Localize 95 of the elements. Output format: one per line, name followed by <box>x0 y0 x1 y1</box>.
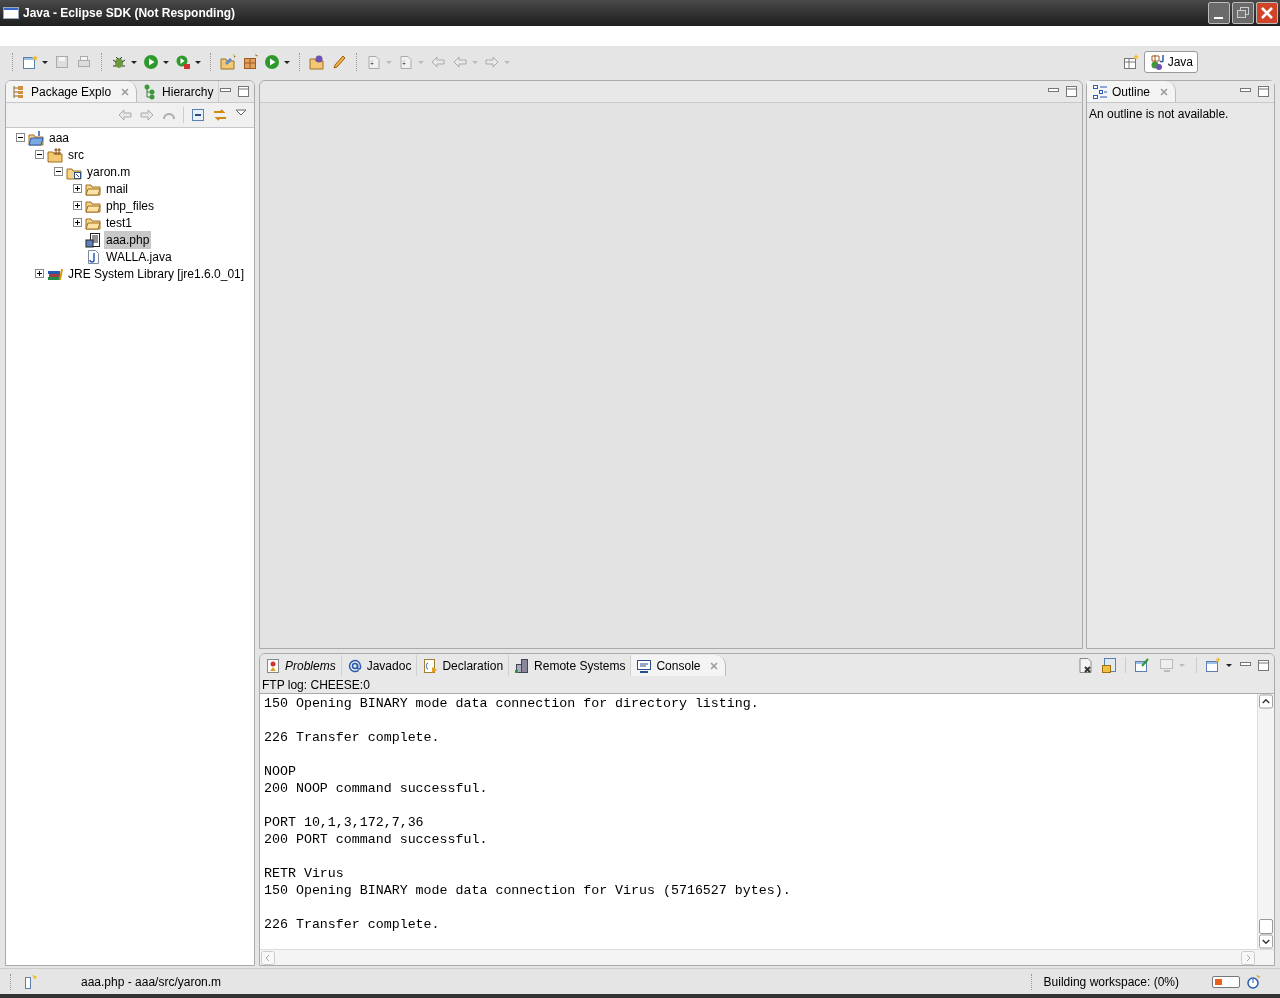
link-arrows-icon[interactable] <box>212 107 228 123</box>
console-line: NOOP <box>264 763 297 780</box>
close-button[interactable] <box>1256 2 1278 24</box>
status-path: aaa.php - aaa/src/yaron.m <box>81 973 222 991</box>
expand-toggle-icon[interactable] <box>73 184 82 193</box>
expand-toggle-icon[interactable] <box>73 218 82 227</box>
at-sign-icon <box>346 657 363 674</box>
expand-toggle-icon[interactable] <box>35 269 44 278</box>
java-perspective-button[interactable]: Java <box>1143 51 1198 73</box>
tree-item[interactable]: src <box>66 145 86 164</box>
dropdown-caret-icon[interactable] <box>194 59 202 65</box>
console-line: 150 Opening BINARY mode data connection for Virus (5716527 bytes). <box>264 882 792 899</box>
close-icon[interactable] <box>119 85 132 98</box>
expand-toggle-icon[interactable] <box>73 201 82 210</box>
scroll-lock-icon[interactable] <box>1101 657 1117 673</box>
window-icon <box>3 6 19 20</box>
maximize-icon[interactable] <box>1257 85 1270 98</box>
save-icon[interactable] <box>54 54 70 70</box>
pin-console-icon[interactable] <box>1134 657 1150 673</box>
bug-icon[interactable] <box>111 54 127 70</box>
minimize-button[interactable] <box>1208 2 1230 24</box>
progress-view-icon[interactable] <box>1246 973 1262 990</box>
console-line: 226 Transfer complete. <box>264 916 441 933</box>
minimize-icon <box>1213 17 1224 19</box>
tree-item[interactable]: aaa.php <box>104 230 152 249</box>
tree-item[interactable]: test1 <box>104 213 134 232</box>
collapse-toggle-icon[interactable] <box>16 133 25 142</box>
tree-item[interactable]: aaa <box>47 128 72 147</box>
open-folder-icon[interactable] <box>309 54 325 70</box>
collapse-toggle-icon[interactable] <box>35 150 44 159</box>
print-icon[interactable] <box>76 54 92 70</box>
dropdown-caret-icon[interactable] <box>162 59 170 65</box>
tree-item[interactable]: WALLA.java <box>104 247 174 266</box>
view-tab[interactable]: Console <box>631 655 727 676</box>
java-perspective-icon <box>1148 54 1165 70</box>
console-line: 200 PORT command successful. <box>264 831 489 848</box>
declaration-icon <box>422 657 439 674</box>
console-line: 150 Opening BINARY mode data connection for directory listing. <box>264 695 760 712</box>
new-package-icon[interactable] <box>220 54 236 70</box>
clear-console-icon[interactable] <box>1077 657 1093 673</box>
close-icon[interactable] <box>708 659 721 672</box>
source-folder-icon <box>47 146 63 163</box>
close-icon <box>1260 6 1274 20</box>
run-toolbox-icon[interactable] <box>175 54 191 70</box>
new-class-icon[interactable] <box>242 54 258 70</box>
maximize-icon[interactable] <box>1065 85 1078 98</box>
collapse-toggle-icon[interactable] <box>54 167 63 176</box>
console-icon <box>636 657 653 674</box>
run-icon[interactable] <box>264 54 280 70</box>
php-file-icon <box>85 231 101 248</box>
open-perspective-icon[interactable] <box>1122 54 1139 70</box>
problems-icon <box>265 657 281 674</box>
maximize-icon[interactable] <box>237 85 251 98</box>
view-tab[interactable]: Declaration <box>417 655 510 676</box>
view-menu-icon[interactable] <box>234 106 248 118</box>
run-icon[interactable] <box>143 54 159 70</box>
console-line: 200 NOOP command successful. <box>264 780 489 797</box>
view-tab[interactable]: Package Explo <box>6 81 138 102</box>
scroll-left-icon[interactable] <box>261 950 275 965</box>
restore-button[interactable] <box>1232 2 1254 24</box>
outline-icon <box>1092 83 1108 100</box>
console-line: PORT 10,1,3,172,7,36 <box>264 814 425 831</box>
server-icon <box>514 657 531 674</box>
new-console-icon[interactable] <box>1205 657 1221 673</box>
tree-item[interactable]: php_files <box>104 196 157 215</box>
console-line: RETR Virus <box>264 865 345 882</box>
dropdown-caret-icon[interactable] <box>1225 662 1233 668</box>
tree-item[interactable]: mail <box>104 179 130 198</box>
dropdown-caret-icon[interactable] <box>130 59 138 65</box>
outline-message: An outline is not available. <box>1088 106 1230 123</box>
view-tab[interactable]: Problems <box>260 655 342 676</box>
horizontal-scrollbar[interactable] <box>260 949 1274 965</box>
java-file-icon <box>85 248 101 265</box>
close-icon[interactable] <box>1158 85 1171 98</box>
brush-icon[interactable] <box>331 54 347 70</box>
scroll-thumb[interactable] <box>1259 919 1273 934</box>
dropdown-caret-icon[interactable] <box>283 59 291 65</box>
console-title: FTP log: CHEESE:0 <box>261 676 371 693</box>
restore-icon <box>1237 7 1249 18</box>
project-folder-icon <box>28 129 44 146</box>
view-tab[interactable]: Javadoc <box>341 655 418 676</box>
progress-status: Building workspace: (0%) <box>1043 973 1179 991</box>
view-tab[interactable]: Outline <box>1087 81 1177 102</box>
vertical-scrollbar[interactable] <box>1257 694 1274 949</box>
scroll-up-icon[interactable] <box>1259 694 1273 709</box>
view-tab[interactable]: Hierarchy <box>137 81 220 102</box>
dropdown-caret-icon[interactable] <box>41 59 49 65</box>
console-line: 226 Transfer complete. <box>264 729 441 746</box>
scroll-down-icon[interactable] <box>1259 934 1273 949</box>
window-title: Java - Eclipse SDK (Not Responding) <box>23 5 236 22</box>
tree-item[interactable]: yaron.m <box>85 162 133 181</box>
tree-item[interactable]: JRE System Library [jre1.6.0_01] <box>66 264 247 283</box>
collapse-all-icon[interactable] <box>190 107 206 123</box>
maximize-icon[interactable] <box>1257 658 1270 672</box>
new-wizard-icon[interactable] <box>22 54 38 70</box>
